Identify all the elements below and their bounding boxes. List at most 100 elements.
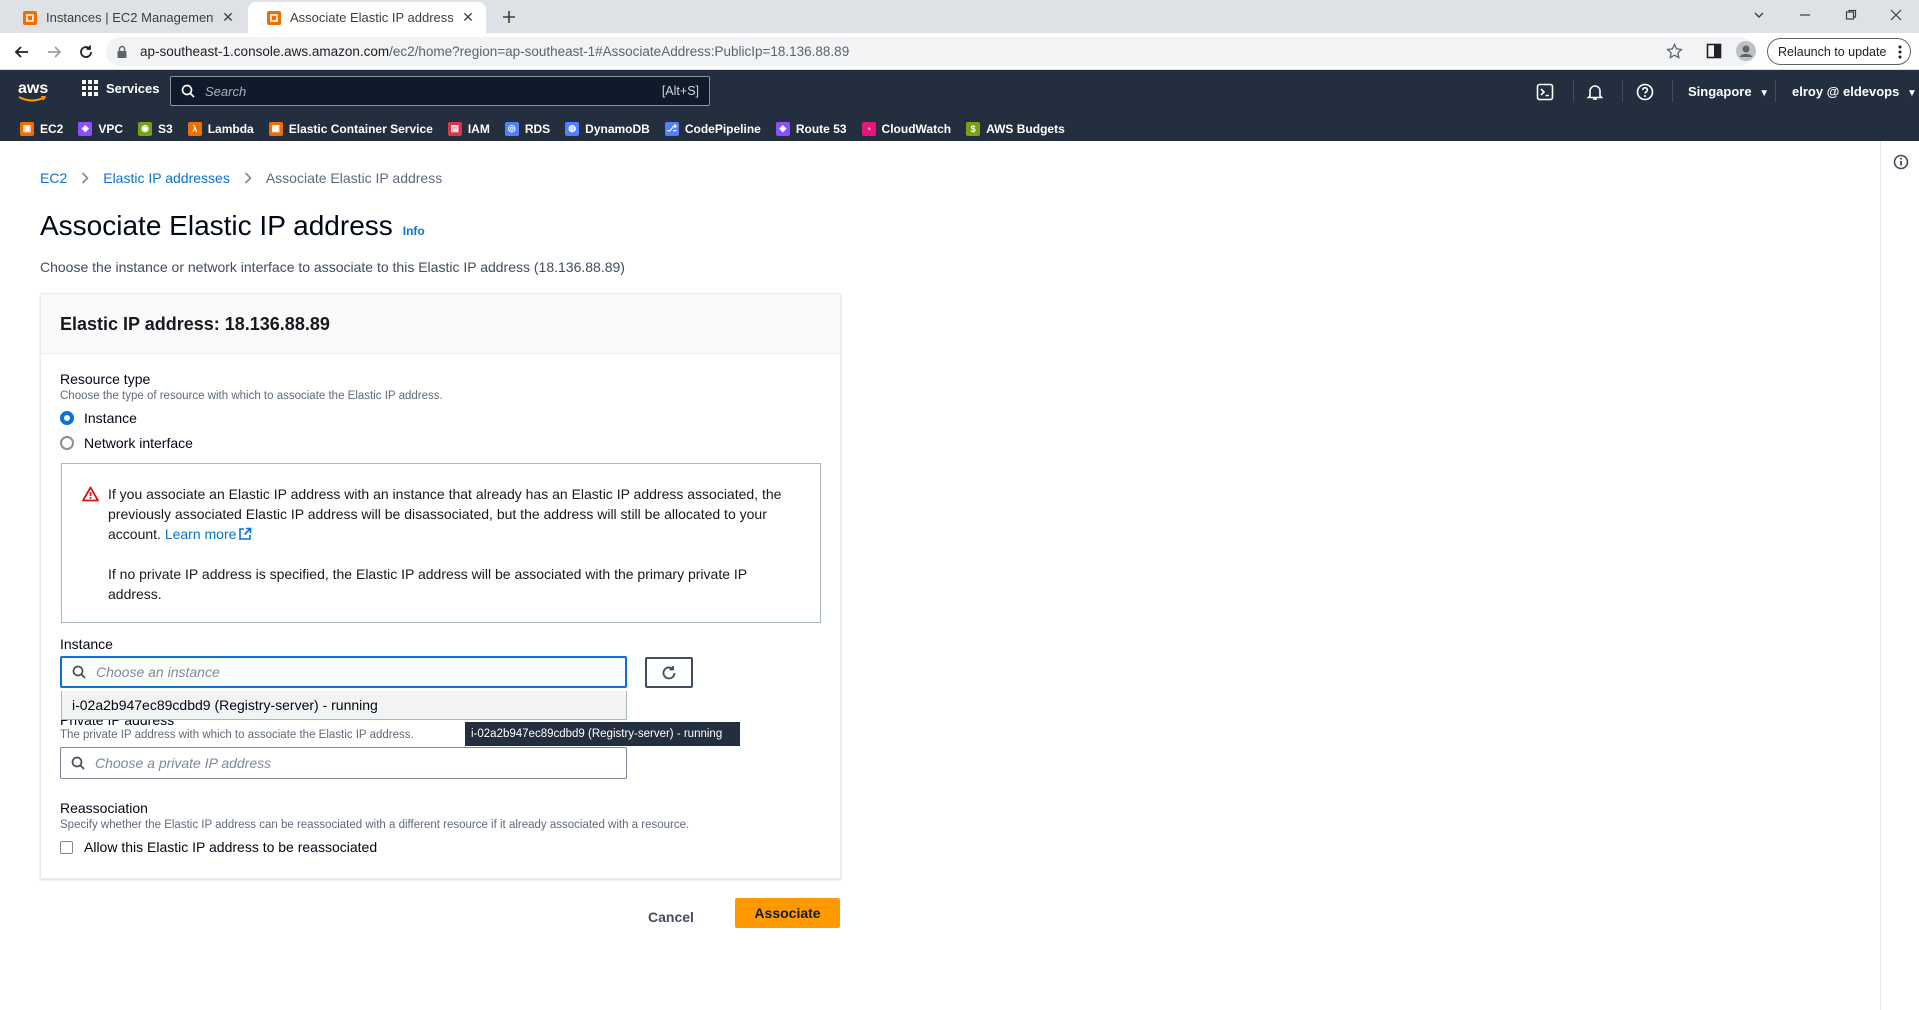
browser-tab-instances[interactable]: Instances | EC2 Management Con ✕ bbox=[4, 2, 246, 33]
favorite-label: IAM bbox=[467, 121, 490, 136]
notifications-bell-icon[interactable] bbox=[1585, 82, 1605, 102]
favorite-ecs[interactable]: ▦ Elastic Container Service bbox=[268, 121, 433, 136]
radio-instance-label: Instance bbox=[84, 410, 137, 426]
favorite-label: DynamoDB bbox=[585, 121, 650, 136]
ec2-icon: ▣ bbox=[20, 121, 34, 136]
favorite-label: CloudWatch bbox=[881, 121, 952, 136]
region-label: Singapore bbox=[1688, 84, 1752, 99]
iam-icon: ▤ bbox=[447, 121, 462, 136]
alert-paragraph-1: If you associate an Elastic IP address w… bbox=[108, 484, 800, 544]
info-circle-icon[interactable] bbox=[1893, 154, 1909, 170]
radio-instance[interactable]: Instance bbox=[60, 410, 137, 426]
close-tab-icon[interactable]: ✕ bbox=[220, 9, 236, 26]
page-description: Choose the instance or network interface… bbox=[40, 259, 625, 275]
relaunch-label: Relaunch to update bbox=[1778, 44, 1887, 59]
breadcrumb-ec2[interactable]: EC2 bbox=[40, 170, 67, 186]
region-selector[interactable]: Singapore ▼ bbox=[1688, 84, 1769, 99]
aws-search-input[interactable]: Search [Alt+S] bbox=[170, 76, 710, 106]
favorite-route53[interactable]: ◆ Route 53 bbox=[775, 121, 847, 136]
instance-tooltip: i-02a2b947ec89cdbd9 (Registry-server) - … bbox=[465, 722, 740, 746]
account-menu[interactable]: elroy @ eldevops ▼ bbox=[1792, 84, 1917, 99]
search-icon bbox=[72, 665, 86, 679]
radio-network-interface[interactable]: Network interface bbox=[60, 435, 193, 451]
forward-arrow-icon[interactable] bbox=[42, 40, 66, 64]
close-tab-icon[interactable]: ✕ bbox=[460, 9, 476, 26]
close-window-icon[interactable] bbox=[1873, 0, 1919, 30]
favorite-label: CodePipeline bbox=[684, 121, 761, 136]
checkbox-unchecked-icon bbox=[60, 840, 73, 854]
instance-option-label: i-02a2b947ec89cdbd9 (Registry-server) - … bbox=[72, 697, 378, 713]
instance-select-input[interactable]: Choose an instance bbox=[60, 656, 627, 688]
favorite-label: Elastic Container Service bbox=[288, 121, 433, 136]
side-panel-icon[interactable] bbox=[1706, 43, 1722, 59]
nav-divider bbox=[1573, 80, 1574, 102]
nav-divider bbox=[1622, 80, 1623, 102]
warning-triangle-icon bbox=[82, 486, 99, 502]
favorite-vpc[interactable]: ◈ VPC bbox=[78, 121, 123, 136]
favorite-label: AWS Budgets bbox=[986, 121, 1065, 136]
rds-icon: ◎ bbox=[504, 121, 519, 136]
refresh-button[interactable] bbox=[645, 657, 693, 688]
back-arrow-icon[interactable] bbox=[10, 40, 34, 64]
breadcrumb: EC2 Elastic IP addresses Associate Elast… bbox=[40, 170, 442, 186]
favorite-label: RDS bbox=[524, 121, 551, 136]
help-icon[interactable] bbox=[1635, 82, 1655, 102]
new-tab-plus-icon[interactable] bbox=[498, 6, 520, 28]
learn-more-link[interactable]: Learn more bbox=[165, 526, 253, 542]
bookmark-star-icon[interactable] bbox=[1666, 43, 1683, 60]
refresh-icon bbox=[661, 665, 677, 681]
caret-down-icon: ▼ bbox=[1906, 88, 1917, 99]
favorite-cloudwatch[interactable]: ◔ CloudWatch bbox=[861, 121, 952, 136]
favorite-budgets[interactable]: $ AWS Budgets bbox=[966, 121, 1065, 136]
private-ip-placeholder: Choose a private IP address bbox=[95, 755, 272, 771]
instance-dropdown-option[interactable]: i-02a2b947ec89cdbd9 (Registry-server) - … bbox=[61, 691, 627, 720]
favorite-rds[interactable]: ◎ RDS bbox=[504, 121, 551, 136]
browser-tab-associate[interactable]: Associate Elastic IP address | EC2 ✕ bbox=[248, 2, 486, 33]
tab-search-chevron-icon[interactable] bbox=[1736, 0, 1782, 30]
services-menu-button[interactable]: Services bbox=[82, 80, 160, 96]
info-link[interactable]: Info bbox=[403, 224, 425, 238]
favorite-lambda[interactable]: λ Lambda bbox=[187, 121, 254, 136]
favorite-iam[interactable]: ▤ IAM bbox=[447, 121, 490, 136]
resource-type-description: Choose the type of resource with which t… bbox=[60, 390, 443, 402]
cloudwatch-icon: ◔ bbox=[861, 121, 876, 136]
url-bar[interactable]: ap-southeast-1.console.aws.amazon.com/ec… bbox=[106, 37, 1758, 91]
favorite-s3[interactable]: ◉ S3 bbox=[138, 121, 173, 136]
address-toolbar: ap-southeast-1.console.aws.amazon.com/ec… bbox=[0, 33, 1919, 91]
favorite-dynamodb[interactable]: ◍ DynamoDB bbox=[565, 121, 650, 136]
allow-reassociation-label: Allow this Elastic IP address to be reas… bbox=[84, 839, 378, 855]
radio-selected-icon bbox=[60, 411, 74, 425]
associate-button[interactable]: Associate bbox=[735, 898, 840, 928]
caret-down-icon: ▼ bbox=[1759, 88, 1770, 99]
restore-icon[interactable] bbox=[1828, 0, 1874, 30]
lambda-icon: λ bbox=[187, 121, 202, 136]
grid-icon bbox=[82, 80, 98, 96]
chevron-right-icon bbox=[244, 172, 252, 184]
favorite-ec2[interactable]: ▣ EC2 bbox=[20, 121, 63, 136]
warning-alert: If you associate an Elastic IP address w… bbox=[61, 463, 821, 623]
aws-logo[interactable]: aws bbox=[18, 80, 48, 102]
panel-header: Elastic IP address: 18.136.88.89 bbox=[41, 294, 840, 354]
reload-icon[interactable] bbox=[74, 40, 98, 64]
cancel-button[interactable]: Cancel bbox=[648, 902, 694, 932]
profile-avatar-icon[interactable] bbox=[1736, 41, 1756, 61]
vpc-icon: ◈ bbox=[78, 121, 93, 136]
breadcrumb-current: Associate Elastic IP address bbox=[265, 170, 443, 186]
codepipeline-icon: ⎇ bbox=[664, 121, 679, 136]
breadcrumb-elastic-ips[interactable]: Elastic IP addresses bbox=[103, 170, 230, 186]
lock-icon[interactable] bbox=[116, 45, 128, 59]
private-ip-select-input[interactable]: Choose a private IP address bbox=[60, 747, 627, 779]
private-ip-description: The private IP address with which to ass… bbox=[60, 729, 414, 741]
favorites-bar: ▣ EC2 ◈ VPC ◉ S3 λ Lambda ▦ Elastic Container… bbox=[0, 116, 1919, 141]
minimize-icon[interactable] bbox=[1782, 0, 1828, 30]
kebab-menu-icon[interactable] bbox=[1898, 45, 1902, 59]
allow-reassociation-checkbox[interactable]: Allow this Elastic IP address to be reas… bbox=[60, 839, 377, 855]
chevron-right-icon bbox=[81, 172, 89, 184]
aws-favicon-icon bbox=[22, 10, 38, 26]
reassociation-label: Reassociation bbox=[60, 800, 148, 816]
cloudshell-icon[interactable] bbox=[1535, 82, 1555, 102]
resource-type-label: Resource type bbox=[60, 371, 151, 387]
relaunch-to-update-button[interactable]: Relaunch to update bbox=[1767, 38, 1911, 65]
favorite-codepipeline[interactable]: ⎇ CodePipeline bbox=[664, 121, 761, 136]
favorite-label: Lambda bbox=[207, 121, 254, 136]
